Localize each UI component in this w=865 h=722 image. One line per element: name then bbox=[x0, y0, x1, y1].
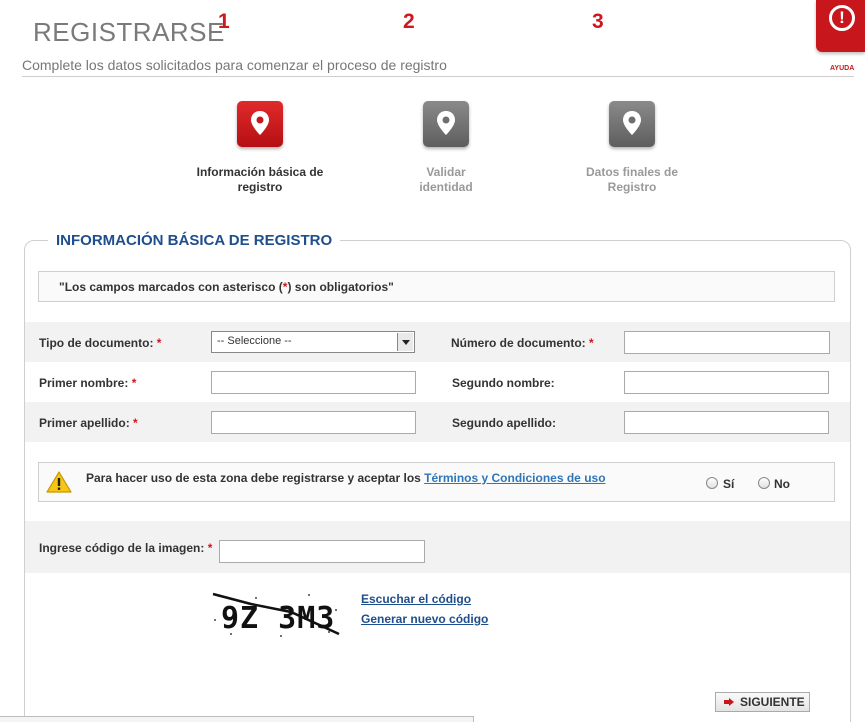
help-label[interactable]: AYUDA bbox=[830, 65, 854, 72]
listen-code-link[interactable]: Escuchar el código bbox=[361, 592, 471, 606]
required-mark: * bbox=[131, 376, 137, 390]
step-1-label-line2: registro bbox=[237, 180, 283, 194]
map-pin-icon bbox=[609, 101, 655, 147]
step-1-number: 1 bbox=[218, 10, 230, 33]
chevron-down-icon[interactable] bbox=[397, 333, 413, 351]
terms-no-label[interactable]: No bbox=[774, 477, 790, 491]
captcha-image: 9Z 3M3 bbox=[211, 590, 341, 641]
captcha-code: 9Z 3M3 bbox=[221, 601, 335, 636]
required-mark: * bbox=[156, 336, 162, 350]
new-code-link[interactable]: Generar nuevo código bbox=[361, 612, 488, 626]
second-lastname-input[interactable] bbox=[624, 411, 829, 434]
first-name-input[interactable] bbox=[211, 371, 416, 394]
help-button[interactable]: ! bbox=[816, 0, 865, 52]
step-1-label: Información básica de registro bbox=[190, 165, 330, 195]
header-divider bbox=[22, 76, 854, 77]
next-button-label: SIGUIENTE bbox=[740, 695, 805, 709]
step-1-label-line1: Información básica de bbox=[196, 165, 324, 179]
map-pin-icon bbox=[237, 101, 283, 147]
second-name-label: Segundo nombre: bbox=[452, 376, 555, 390]
required-mark: * bbox=[133, 416, 138, 430]
map-pin-icon bbox=[423, 101, 469, 147]
step-3-number: 3 bbox=[592, 10, 604, 33]
first-lastname-label-text: Primer apellido: bbox=[39, 416, 130, 430]
page-subtitle: Complete los datos solicitados para come… bbox=[22, 57, 447, 73]
section-title: INFORMACIÓN BÁSICA DE REGISTRO bbox=[48, 232, 341, 249]
second-lastname-label: Segundo apellido: bbox=[452, 416, 556, 430]
step-3-label: Datos finales de Registro bbox=[562, 165, 702, 195]
terms-sentence: Para hacer uso de esta zona debe registr… bbox=[86, 471, 425, 485]
step-2-number: 2 bbox=[403, 10, 415, 33]
terms-yes-radio[interactable] bbox=[706, 477, 718, 489]
terms-link[interactable]: Términos y Condiciones de uso bbox=[424, 471, 605, 485]
status-bar bbox=[0, 716, 474, 722]
first-lastname-label: Primer apellido: * bbox=[39, 416, 138, 430]
doc-type-label: Tipo de documento: * bbox=[39, 336, 161, 350]
page-title: REGISTRARSE bbox=[33, 17, 225, 47]
next-button[interactable]: SIGUIENTE bbox=[715, 692, 810, 712]
step-3-label-line2: Registro bbox=[607, 180, 657, 194]
doc-type-select[interactable]: -- Seleccione -- bbox=[211, 331, 415, 353]
required-mark: * bbox=[589, 336, 594, 350]
terms-no-radio[interactable] bbox=[758, 477, 770, 489]
alert-icon: ! bbox=[829, 5, 855, 31]
warning-icon bbox=[46, 471, 72, 493]
doc-type-label-text: Tipo de documento: bbox=[39, 336, 154, 350]
step-3-label-line1: Datos finales de bbox=[585, 165, 679, 179]
doc-number-label: Número de documento: * bbox=[451, 336, 594, 350]
terms-yes-label[interactable]: Sí bbox=[723, 477, 734, 491]
doc-type-selected-value: -- Seleccione -- bbox=[217, 335, 292, 347]
notice-text-start: "Los campos marcados con asterisco ( bbox=[59, 280, 283, 294]
required-mark: * bbox=[207, 541, 213, 555]
first-name-label: Primer nombre: * bbox=[39, 376, 136, 390]
step-2-label-line2: identidad bbox=[419, 180, 473, 194]
doc-number-label-text: Número de documento: bbox=[451, 336, 586, 350]
terms-text: Para hacer uso de esta zona debe registr… bbox=[86, 471, 606, 485]
first-lastname-input[interactable] bbox=[211, 411, 416, 434]
required-fields-notice: "Los campos marcados con asterisco (*) s… bbox=[38, 271, 835, 302]
captcha-label-text: Ingrese código de la imagen: bbox=[39, 541, 205, 555]
step-2-label-line1: Validar bbox=[426, 165, 466, 179]
step-2-label: Validar identidad bbox=[376, 165, 516, 195]
doc-number-input[interactable] bbox=[624, 331, 830, 354]
second-name-input[interactable] bbox=[624, 371, 829, 394]
captcha-label: Ingrese código de la imagen: * bbox=[39, 541, 212, 555]
notice-text-end: ) son obligatorios" bbox=[287, 280, 394, 294]
first-name-label-text: Primer nombre: bbox=[39, 376, 129, 390]
arrow-right-icon bbox=[724, 698, 734, 706]
captcha-input[interactable] bbox=[219, 540, 425, 563]
